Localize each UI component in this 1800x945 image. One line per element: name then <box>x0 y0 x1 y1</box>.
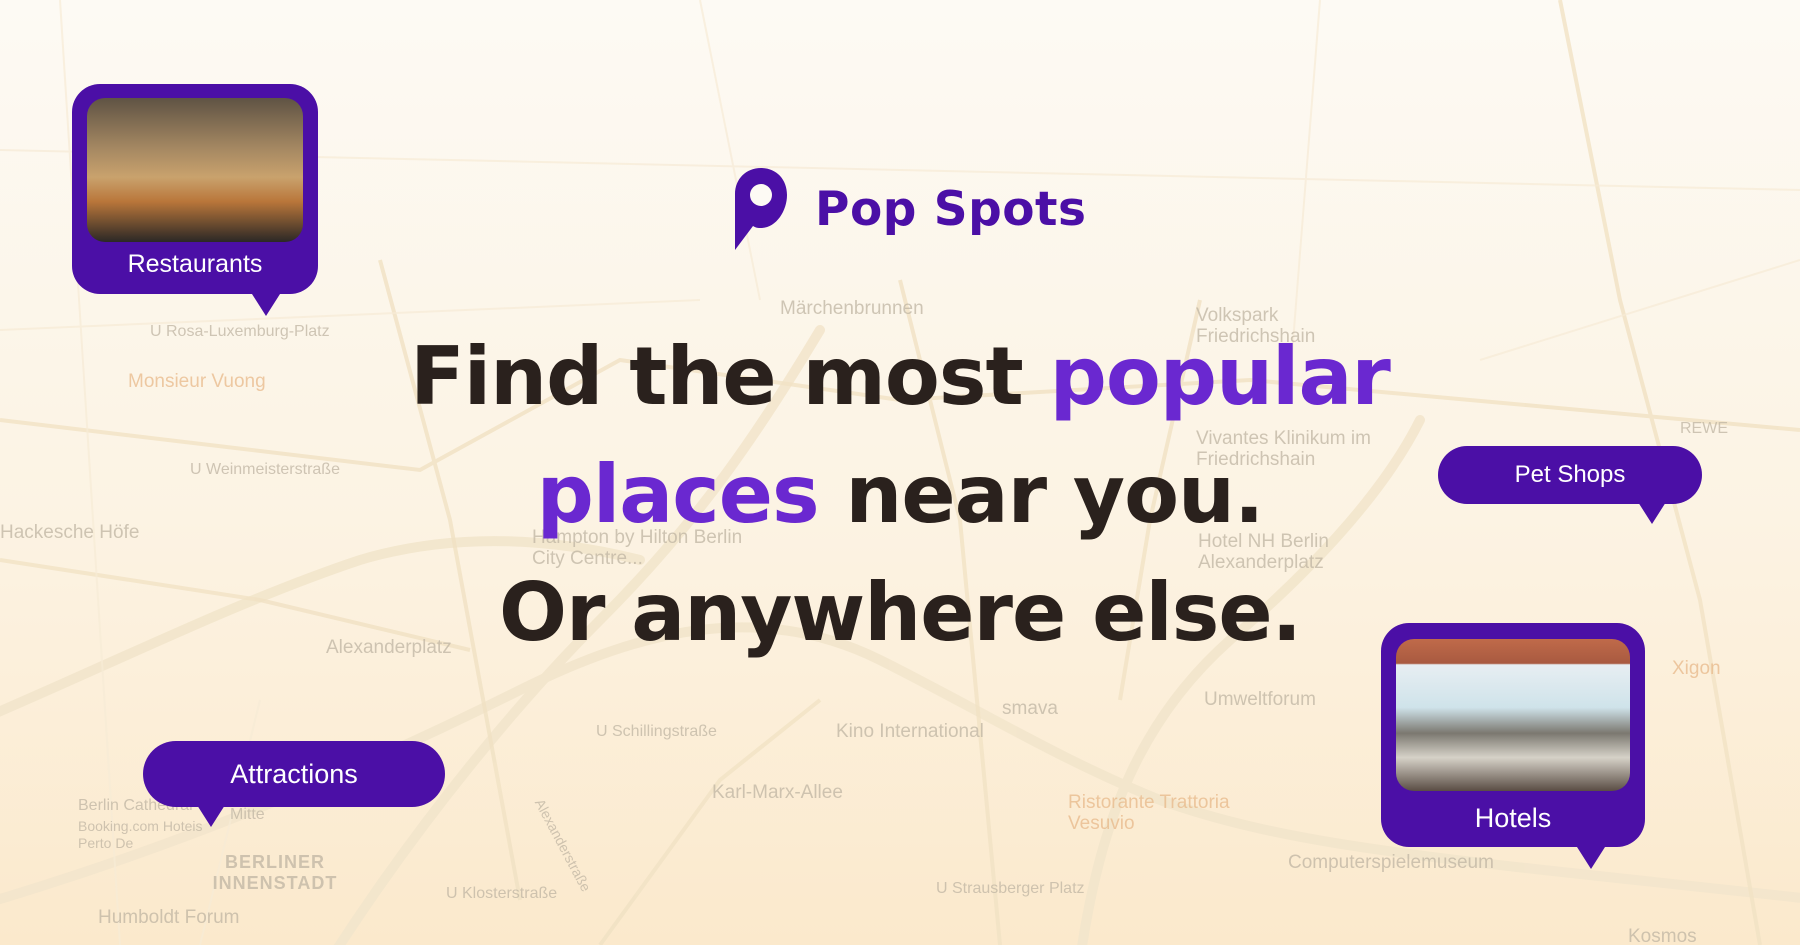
attractions-bubble[interactable]: Attractions <box>143 741 445 827</box>
headline-part-2: near you. <box>818 448 1264 541</box>
map-label-place: smava <box>1002 698 1058 719</box>
map-label-museum: Computerspielemuseum <box>1288 852 1494 873</box>
hotel-photo <box>1396 639 1630 791</box>
pet-shops-bubble[interactable]: Pet Shops <box>1438 446 1702 524</box>
hotels-bubble[interactable]: Hotels <box>1381 623 1645 869</box>
headline-accent-places: places <box>536 448 820 541</box>
map-label-place: Humboldt Forum <box>98 907 240 928</box>
brand-name: Pop Spots <box>815 181 1087 237</box>
map-label-station: U Schillingstraße <box>596 723 717 740</box>
logo: Pop Spots <box>733 166 1086 252</box>
map-label-place: Hackesche Höfe <box>0 522 140 543</box>
map-label-shop: REWE <box>1680 420 1728 437</box>
restaurant-photo <box>87 98 303 242</box>
map-label-street: Karl-Marx-Allee <box>712 782 843 803</box>
map-label-station: U Klosterstraße <box>446 885 558 902</box>
headline: Find the most popular places near you. O… <box>250 318 1550 672</box>
map-label-place: Kosmos <box>1628 926 1697 945</box>
map-label-place: Monsieur Vuong <box>128 371 266 392</box>
map-label-food: Ristorante Trattoria Vesuvio <box>1068 792 1230 834</box>
headline-line-3: Or anywhere else. <box>498 566 1302 659</box>
map-label-place: Umweltforum <box>1204 689 1316 710</box>
attractions-label: Attractions <box>230 758 358 789</box>
headline-accent-popular: popular <box>1049 330 1391 423</box>
map-label-food: Xigon <box>1672 658 1721 679</box>
pet-shops-label: Pet Shops <box>1514 461 1626 488</box>
map-label-cinema: Kino International <box>836 721 984 742</box>
map-label-hotel: Booking.com Hoteis Perto De <box>78 818 203 851</box>
map-label-district: BERLINER INNENSTADT <box>212 852 338 893</box>
pin-logo-icon <box>735 168 787 250</box>
map-label-district: Mitte <box>230 806 265 823</box>
headline-part-1: Find the most <box>410 330 1050 423</box>
restaurants-label: Restaurants <box>127 250 263 278</box>
map-label-station: U Strausberger Platz <box>936 880 1085 897</box>
hotels-label: Hotels <box>1474 803 1552 833</box>
restaurants-bubble[interactable]: Restaurants <box>72 84 318 316</box>
hero-banner: U Rosa-Luxemburg-Platz Monsieur Vuong U … <box>0 0 1800 945</box>
map-label-place: Märchenbrunnen <box>780 298 924 319</box>
